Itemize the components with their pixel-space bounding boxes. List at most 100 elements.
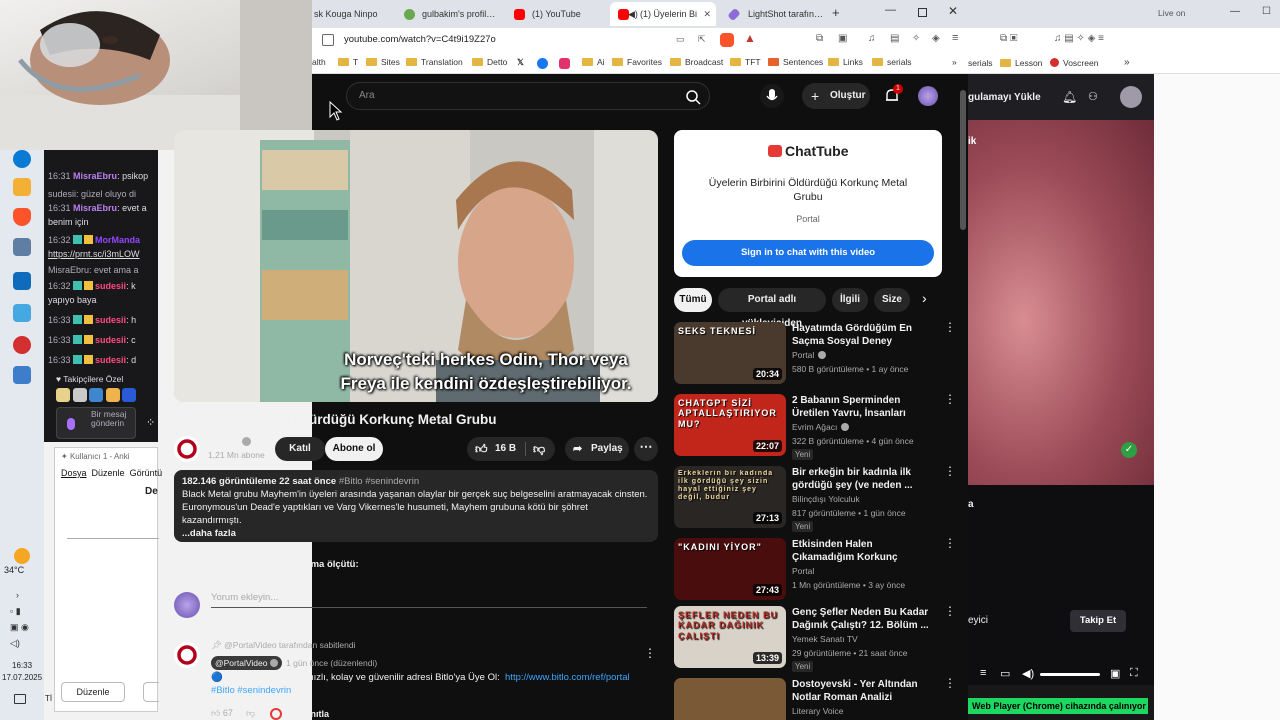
maximize-icon[interactable]: ☐ [1262, 6, 1271, 17]
store-icon[interactable] [13, 304, 31, 322]
weather-icon[interactable] [14, 548, 30, 564]
recommended-video[interactable]: Erkeklerin bir kadında ilk gördüğü şey s… [674, 465, 956, 532]
comment-dislike-icon[interactable]: 👎︎ [246, 708, 255, 719]
chevron-up-icon[interactable]: › [16, 590, 19, 600]
clock-date[interactable]: 17.07.2025 [2, 673, 42, 682]
channel-name[interactable]: Yemek Sanatı TV [792, 634, 858, 644]
more-bookmarks-icon[interactable]: » [1124, 57, 1130, 68]
new-tab-icon[interactable]: + [832, 5, 840, 20]
sidebar-icon[interactable]: ▤ [890, 33, 899, 44]
tab-active[interactable]: ◀) (1) Üyelerin Bi ✕ [610, 2, 716, 26]
follow-button[interactable]: Takip Et [1070, 610, 1126, 632]
rewards-icon[interactable]: ▲ [744, 31, 756, 45]
bookmark-folder[interactable]: Links [828, 57, 863, 67]
recommended-video[interactable]: "KADINI YİYOR" 27:43 Etkisinden Halen Çıka… [674, 537, 956, 602]
button-partial[interactable] [143, 682, 159, 702]
leo-icon[interactable]: ✧ [912, 33, 920, 44]
tray-icons[interactable]: ▫ ▮ [10, 606, 21, 617]
video-title[interactable]: Dostoyevski - Yer Altından Notlar Roman … [792, 678, 932, 704]
stream-video[interactable]: ik ✓ [968, 120, 1154, 485]
bookmark-folder[interactable]: Favorites [612, 57, 662, 67]
chip-all[interactable]: Tümü [674, 288, 712, 312]
channel-avatar[interactable] [174, 436, 200, 462]
search-icon[interactable] [685, 89, 701, 105]
facebook-icon[interactable] [537, 58, 548, 69]
tab-1[interactable]: sk Kouga Ninpo [312, 2, 392, 26]
clock-time[interactable]: 16:33 [12, 661, 32, 670]
site-info-icon[interactable] [322, 34, 334, 46]
video-title[interactable]: 2 Babanın Sperminden Üretilen Yavru, İns… [792, 394, 932, 420]
queue-icon[interactable]: ≡ [980, 667, 986, 679]
description-box[interactable]: 182.146 görüntüleme 22 saat önce #Bitlo … [174, 470, 658, 542]
recommended-video[interactable]: ŞEFLER NEDEN BU KADAR DAĞINIK ÇALIŞTI 13:… [674, 605, 956, 672]
video-title[interactable]: Genç Şefler Neden Bu Kadar Dağınık Çalış… [792, 606, 932, 632]
bookmark-folder[interactable]: TFT [730, 57, 761, 67]
show-more-link[interactable]: ...daha fazla [182, 527, 650, 540]
chattube-signin-button[interactable]: Sign in to chat with this video [682, 240, 934, 266]
page-scrollbar[interactable] [960, 90, 966, 230]
video-thumbnail[interactable]: "KADINI YİYOR" 27:43 [674, 538, 786, 600]
bookmark[interactable]: serials [968, 58, 993, 68]
tab-partial[interactable]: Live on [1158, 8, 1185, 18]
bookmark[interactable]: Sentences [768, 57, 823, 67]
devices-icon[interactable]: ▭ [1000, 667, 1010, 680]
video-title[interactable]: Bir erkeğin bir kadınla ilk gördüğü şey … [792, 466, 932, 492]
outlook-icon[interactable] [13, 272, 31, 290]
chat-username[interactable]: sudesii [95, 315, 126, 325]
video-thumbnail[interactable]: ŞEFLER NEDEN BU KADAR DAĞINIK ÇALIŞTI 13:… [674, 606, 786, 668]
chat-username[interactable]: MorManda [95, 235, 140, 245]
puzzle-icon[interactable]: ▣ [838, 33, 847, 44]
close-window-icon[interactable]: ✕ [948, 4, 958, 18]
chat-username[interactable]: sudesii [95, 281, 126, 291]
video-menu-icon[interactable]: ⋮ [944, 321, 956, 336]
menu-file[interactable]: Dosya [61, 468, 87, 478]
tab-3[interactable]: (1) YouTube [506, 2, 610, 26]
spotify-playing-bar[interactable]: Web Player (Chrome) cihazında çalınıyor [968, 698, 1148, 714]
comment-author-avatar[interactable] [174, 642, 200, 668]
video-title[interactable]: Hayatımda Gördüğüm En Saçma Sosyal Deney [792, 322, 932, 348]
comment-menu-icon[interactable]: ⋮ [644, 646, 656, 660]
hashtags-top[interactable]: #Bitlo #senindevrin [339, 476, 419, 487]
chip-for-you[interactable]: Size [874, 288, 910, 312]
video-title[interactable]: Etkisinden Halen Çıkamadığım Korkunç Şem… [792, 538, 932, 564]
reply-button[interactable]: Yanıtla [300, 709, 329, 719]
menu-icon[interactable]: ≡ [952, 32, 958, 44]
extensions-icon[interactable]: ⧉ ▣ [1000, 33, 1018, 44]
channel-name[interactable]: Bilinçdışı Yolculuk [792, 494, 860, 504]
volume-icon[interactable]: ◀) [1022, 667, 1034, 680]
volume-icon[interactable]: ◁) [10, 638, 20, 649]
tab-2[interactable]: gulbakim's profile • Le [396, 2, 500, 26]
search-input[interactable]: Ara [346, 82, 710, 110]
miniplayer-icon[interactable]: ▣ [1110, 667, 1120, 680]
chat-username[interactable]: MisraEbru [73, 203, 117, 213]
cast-icon[interactable]: ▭ [676, 34, 685, 45]
video-thumbnail[interactable]: CHATGPT SİZİ APTALLAŞTIRIYOR MU? 22:07 [674, 394, 786, 456]
volume-slider[interactable] [1040, 673, 1100, 676]
video-thumbnail[interactable]: Erkeklerin bir kadında ilk gördüğü şey s… [674, 466, 786, 528]
channel-name[interactable]: Portal [208, 436, 252, 448]
minimize-icon[interactable]: — [885, 4, 896, 16]
chip-related[interactable]: İlgili [832, 288, 868, 312]
video-menu-icon[interactable]: ⋮ [944, 605, 956, 620]
bell-icon[interactable]: 🔔︎ [1062, 90, 1077, 104]
more-actions-icon[interactable]: ⋯ [634, 437, 658, 461]
join-button[interactable]: Katıl [275, 437, 325, 461]
recommended-video[interactable]: SEKS TEKNESİ 20:34 Hayatımda Gördüğüm En S… [674, 321, 956, 386]
bookmark-folder[interactable]: Sites [366, 57, 400, 67]
subscribe-button[interactable]: Abone ol [325, 437, 383, 461]
brave-icon[interactable] [13, 208, 31, 226]
recommended-video[interactable]: CHATGPT SİZİ APTALLAŞTIRIYOR MU? 22:07 2 B… [674, 393, 956, 460]
bookmark[interactable]: Voscreen [1050, 58, 1098, 68]
menu-edit[interactable]: Düzenle [92, 468, 125, 478]
video-menu-icon[interactable]: ⋮ [944, 677, 956, 692]
edit-button[interactable]: Düzenle [61, 682, 125, 702]
comment-author-badge[interactable]: @PortalVideo [211, 656, 282, 670]
profile-avatar[interactable] [1120, 86, 1142, 108]
emote-row[interactable] [56, 388, 156, 404]
comment-link[interactable]: http://www.bitlo.com/ref/portal [505, 672, 630, 683]
friends-icon[interactable]: ⚇ [1088, 90, 1098, 103]
extensions-icon[interactable]: ⧉ [816, 33, 823, 44]
file-explorer-icon[interactable] [13, 178, 31, 196]
channel-name[interactable]: Evrim Ağacı [792, 422, 850, 432]
bookmark[interactable]: alth [312, 57, 326, 67]
